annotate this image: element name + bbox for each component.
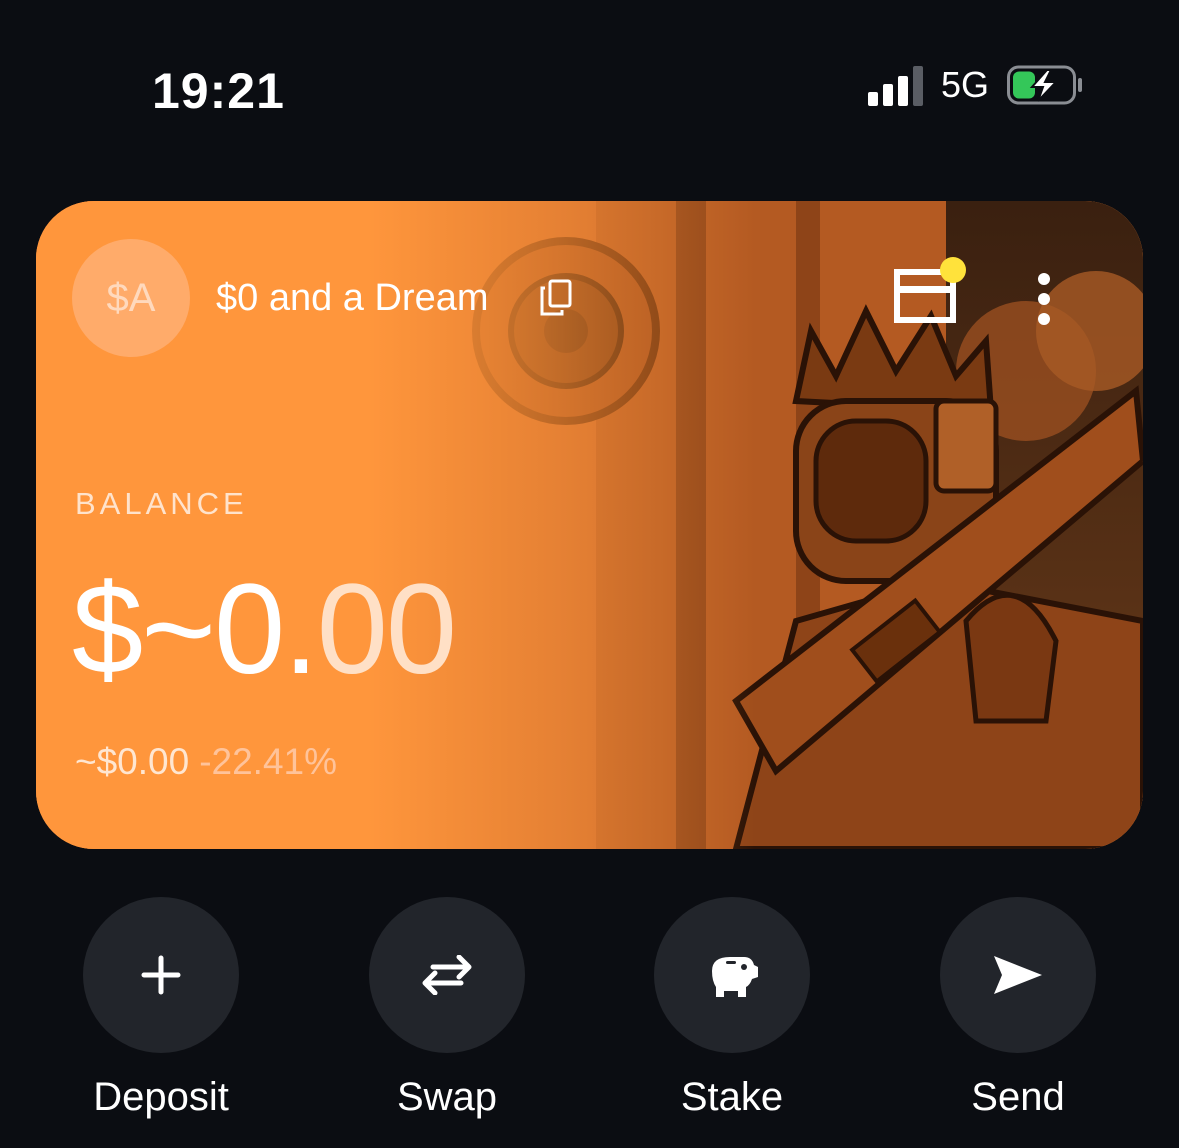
send-icon <box>994 956 1042 994</box>
balance-amount-main: $~0. <box>72 558 319 701</box>
signal-strength-icon <box>867 64 923 106</box>
status-time: 19:21 <box>152 63 285 119</box>
battery-charging-icon <box>1007 65 1082 105</box>
status-indicators: 5G <box>867 64 1083 106</box>
balance-usd-row: ~$0.00 -22.41% <box>75 741 337 783</box>
deposit-button[interactable]: Deposit <box>81 897 241 1120</box>
network-type: 5G <box>940 64 989 105</box>
action-bar: Deposit Swap Stake Send <box>0 897 1179 1137</box>
wallet-avatar[interactable]: $A <box>72 239 190 357</box>
balance-change: -22.41% <box>199 741 338 782</box>
stake-button[interactable]: Stake <box>652 897 812 1120</box>
send-button[interactable]: Send <box>938 897 1098 1120</box>
balance-usd: ~$0.00 <box>75 741 190 782</box>
card-icon[interactable] <box>894 257 966 325</box>
deposit-label: Deposit <box>93 1075 229 1119</box>
send-label: Send <box>971 1075 1065 1119</box>
copy-icon[interactable] <box>539 279 573 317</box>
more-options-icon[interactable] <box>1034 273 1054 325</box>
deposit-circle[interactable] <box>83 897 239 1053</box>
stake-circle[interactable] <box>654 897 810 1053</box>
send-circle[interactable] <box>940 897 1096 1053</box>
notification-dot <box>940 257 966 283</box>
plus-icon <box>141 955 181 995</box>
wallet-screen: 19:21 5G $A $0 and a Dream BALANCE $~0.0… <box>0 0 1179 1148</box>
wallet-name[interactable]: $0 and a Dream <box>216 277 489 320</box>
swap-arrows-icon <box>422 955 472 995</box>
swap-label: Swap <box>396 1075 498 1119</box>
piggy-bank-icon <box>712 957 758 997</box>
stake-label: Stake <box>680 1075 784 1119</box>
balance-amount: $~0.00 <box>72 566 457 694</box>
wallet-card[interactable]: $A $0 and a Dream BALANCE $~0.00 ~$0.00-… <box>36 201 1143 849</box>
swap-circle[interactable] <box>369 897 525 1053</box>
balance-label: BALANCE <box>75 486 248 521</box>
swap-button[interactable]: Swap <box>367 897 527 1120</box>
balance-amount-cents: 00 <box>316 558 457 701</box>
